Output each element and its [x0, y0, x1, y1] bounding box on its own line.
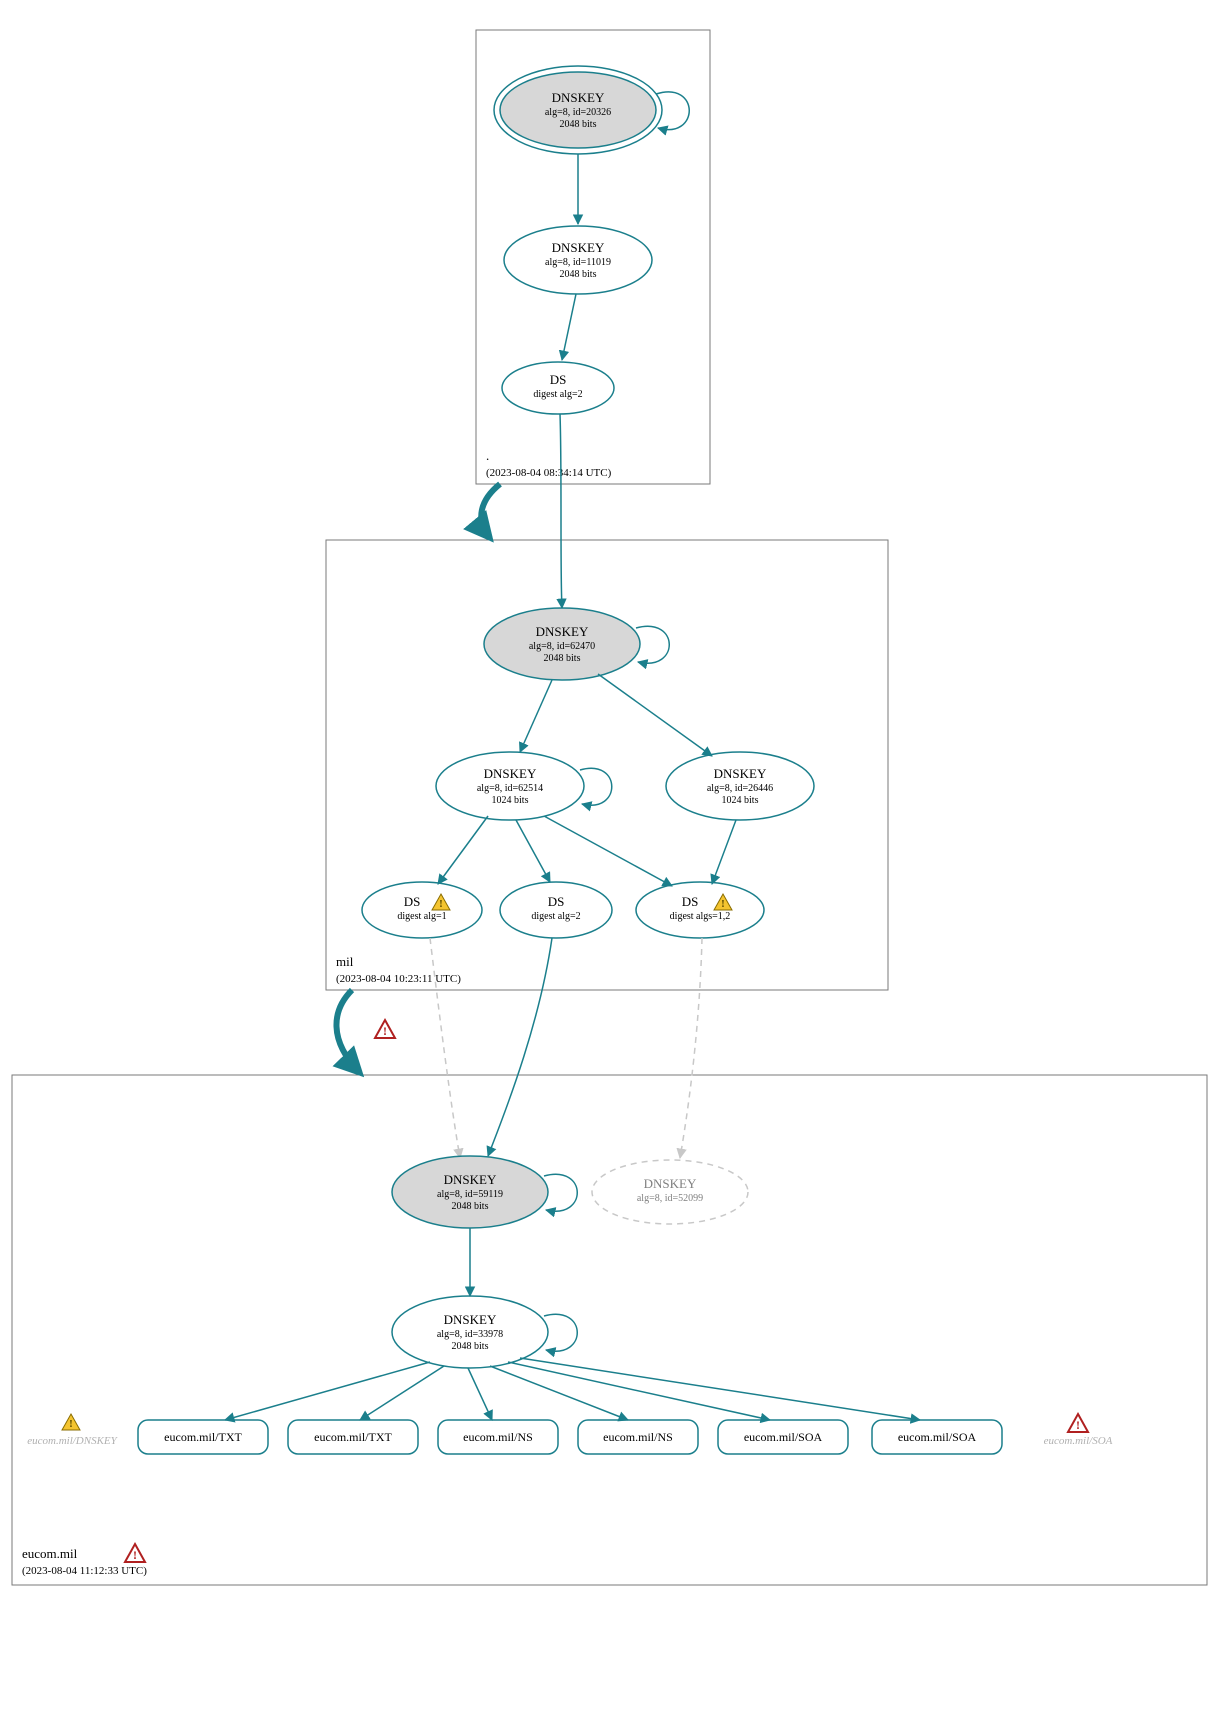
node-mil-ds3[interactable]: DS digest algs=1,2 [636, 882, 764, 938]
node-label: 2048 bits [452, 1341, 489, 1352]
rrset-label: eucom.mil/TXT [164, 1430, 242, 1444]
node-label: 1024 bits [722, 795, 759, 806]
node-label: digest alg=2 [531, 911, 580, 922]
rrset-soa-1[interactable]: eucom.mil/SOA [718, 1420, 848, 1454]
node-label: DNSKEY [484, 766, 537, 781]
node-label: alg=8, id=11019 [545, 257, 611, 268]
node-label: DNSKEY [444, 1172, 497, 1187]
zone-mil-ts: (2023-08-04 10:23:11 UTC) [336, 973, 461, 985]
node-mil-ds2[interactable]: DS digest alg=2 [500, 882, 612, 938]
deleg-arrow-root-to-mil [481, 484, 500, 538]
zone-root-ts: (2023-08-04 08:34:14 UTC) [486, 467, 612, 479]
node-label: alg=8, id=52099 [637, 1193, 703, 1204]
warning-icon: ! [375, 1020, 395, 1038]
node-root-ds[interactable]: DS digest alg=2 [502, 362, 614, 414]
node-mil-zsk1[interactable]: DNSKEY alg=8, id=62514 1024 bits [436, 752, 584, 820]
zone-root-label: . [486, 448, 489, 463]
node-label: digest alg=2 [533, 389, 582, 400]
node-label: digest alg=1 [397, 911, 446, 922]
node-root-ksk[interactable]: DNSKEY alg=8, id=20326 2048 bits [494, 66, 662, 154]
node-mil-ksk[interactable]: DNSKEY alg=8, id=62470 2048 bits [484, 608, 640, 680]
rrset-ns-2[interactable]: eucom.mil/NS [578, 1420, 698, 1454]
node-label: 2048 bits [452, 1201, 489, 1212]
rrset-soa-2[interactable]: eucom.mil/SOA [872, 1420, 1002, 1454]
node-mil-ds1[interactable]: DS digest alg=1 [362, 882, 482, 938]
node-label: DNSKEY [552, 240, 605, 255]
node-eucom-ghost[interactable]: DNSKEY alg=8, id=52099 [592, 1160, 748, 1224]
svg-text:!: ! [721, 898, 725, 910]
node-label: DS [404, 894, 421, 909]
node-label: DNSKEY [552, 90, 605, 105]
node-label: 2048 bits [544, 653, 581, 664]
zone-mil-label: mil [336, 954, 354, 969]
node-label: alg=8, id=62470 [529, 641, 595, 652]
node-mil-zsk2[interactable]: DNSKEY alg=8, id=26446 1024 bits [666, 752, 814, 820]
svg-text:!: ! [383, 1024, 387, 1038]
node-label: alg=8, id=33978 [437, 1329, 503, 1340]
rrset-ns-1[interactable]: eucom.mil/NS [438, 1420, 558, 1454]
node-root-zsk[interactable]: DNSKEY alg=8, id=11019 2048 bits [504, 226, 652, 294]
rrset-label: eucom.mil/TXT [314, 1430, 392, 1444]
node-label: DS [682, 894, 699, 909]
node-eucom-zsk[interactable]: DNSKEY alg=8, id=33978 2048 bits [392, 1296, 548, 1368]
rrset-label: eucom.mil/NS [603, 1430, 673, 1444]
ghost-rrset-dnskey: eucom.mil/DNSKEY [27, 1435, 118, 1447]
node-label: DS [550, 372, 567, 387]
svg-text:!: ! [69, 1418, 73, 1430]
node-label: DNSKEY [444, 1312, 497, 1327]
zone-eucom-box [12, 1075, 1207, 1585]
rrset-txt-1[interactable]: eucom.mil/TXT [138, 1420, 268, 1454]
node-label: DNSKEY [714, 766, 767, 781]
rrset-label: eucom.mil/SOA [744, 1430, 823, 1444]
node-label: DNSKEY [644, 1176, 697, 1191]
node-label: alg=8, id=59119 [437, 1189, 503, 1200]
node-label: alg=8, id=26446 [707, 783, 773, 794]
node-label: 2048 bits [560, 269, 597, 280]
dnssec-diagram: . (2023-08-04 08:34:14 UTC) mil (2023-08… [0, 0, 1221, 1715]
node-label: DS [548, 894, 565, 909]
zone-eucom-label: eucom.mil [22, 1546, 78, 1561]
node-label: digest algs=1,2 [670, 911, 731, 922]
node-label: DNSKEY [536, 624, 589, 639]
svg-text:!: ! [1076, 1418, 1080, 1432]
zone-eucom-ts: (2023-08-04 11:12:33 UTC) [22, 1565, 147, 1577]
ghost-rrset-soa: eucom.mil/SOA [1044, 1435, 1113, 1447]
node-label: 1024 bits [492, 795, 529, 806]
rrset-label: eucom.mil/NS [463, 1430, 533, 1444]
deleg-arrow-mil-to-eucom [336, 990, 360, 1073]
rrset-label: eucom.mil/SOA [898, 1430, 977, 1444]
svg-text:!: ! [439, 898, 443, 910]
node-eucom-ksk[interactable]: DNSKEY alg=8, id=59119 2048 bits [392, 1156, 548, 1228]
svg-text:!: ! [133, 1548, 137, 1562]
rrset-txt-2[interactable]: eucom.mil/TXT [288, 1420, 418, 1454]
node-label: 2048 bits [560, 119, 597, 130]
node-label: alg=8, id=62514 [477, 783, 543, 794]
node-label: alg=8, id=20326 [545, 107, 611, 118]
